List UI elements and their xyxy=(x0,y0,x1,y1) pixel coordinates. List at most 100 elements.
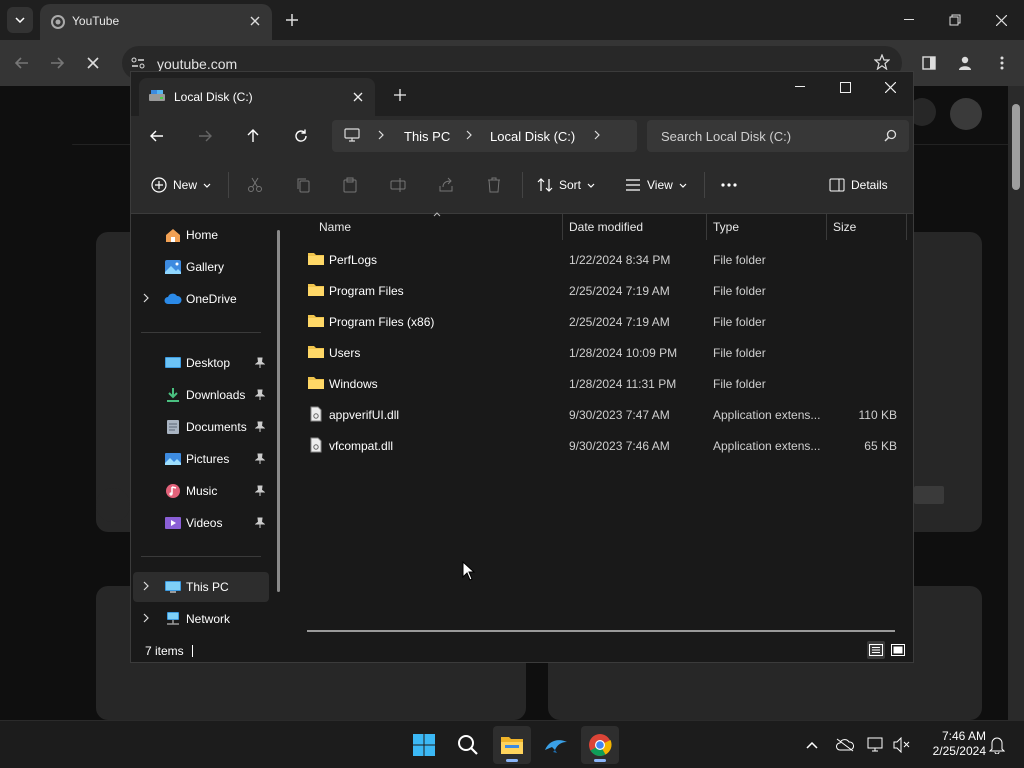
start-button[interactable] xyxy=(405,726,443,764)
explorer-tab[interactable]: Local Disk (C:) xyxy=(139,78,375,116)
search-button[interactable] xyxy=(449,726,487,764)
page-scrollbar[interactable] xyxy=(1008,86,1024,720)
copy-button[interactable] xyxy=(295,174,311,196)
view-button[interactable]: View xyxy=(625,174,687,196)
back-button[interactable] xyxy=(145,125,169,147)
volume-tray[interactable] xyxy=(892,735,912,755)
nav-item-documents[interactable]: Documents xyxy=(133,412,269,442)
horizontal-scrollbar[interactable] xyxy=(307,630,895,632)
explorer-tab-title: Local Disk (C:) xyxy=(174,90,253,104)
stop-loading-button[interactable] xyxy=(80,50,106,76)
search-input[interactable]: Search Local Disk (C:) xyxy=(647,120,909,152)
loading-icon xyxy=(51,15,65,29)
browser-tab-youtube[interactable]: YouTube xyxy=(40,4,272,40)
paste-button[interactable] xyxy=(342,174,358,196)
chevron-right-icon xyxy=(594,130,600,140)
file-row[interactable]: vfcompat.dll 9/30/2023 7:46 AM Applicati… xyxy=(303,430,907,460)
taskbar-file-explorer[interactable] xyxy=(493,726,531,764)
network-tray[interactable] xyxy=(866,735,886,755)
breadcrumb-local-disk[interactable]: Local Disk (C:) xyxy=(490,129,575,144)
pin-icon[interactable] xyxy=(255,389,265,401)
tiles-view-button[interactable] xyxy=(889,641,907,659)
new-button[interactable]: New xyxy=(151,174,211,196)
details-view-icon xyxy=(869,644,883,656)
pin-icon[interactable] xyxy=(255,517,265,529)
file-row[interactable]: Windows 1/28/2024 11:31 PM File folder xyxy=(303,368,907,398)
show-hidden-icons-button[interactable] xyxy=(802,735,822,755)
file-row[interactable]: appverifUI.dll 9/30/2023 7:47 AM Applica… xyxy=(303,399,907,429)
notifications-button[interactable] xyxy=(987,735,1007,755)
forward-button[interactable] xyxy=(44,50,70,76)
taskbar-dolphin-app[interactable] xyxy=(537,726,575,764)
more-options-button[interactable] xyxy=(721,174,737,196)
item-count: 7 items xyxy=(145,644,184,658)
pin-icon[interactable] xyxy=(255,357,265,369)
close-window-button[interactable] xyxy=(978,0,1024,40)
details-view-button[interactable] xyxy=(867,641,885,659)
close-window-button[interactable] xyxy=(867,72,913,102)
pin-icon[interactable] xyxy=(255,453,265,465)
new-tab-button[interactable] xyxy=(282,10,302,30)
scissors-icon xyxy=(248,177,262,192)
bookmark-star-icon[interactable] xyxy=(874,54,890,70)
breadcrumb-this-pc[interactable]: This PC xyxy=(404,129,450,144)
breadcrumb[interactable]: This PC Local Disk (C:) xyxy=(332,120,637,152)
tab-search-button[interactable] xyxy=(7,7,33,33)
profile-button[interactable] xyxy=(952,50,978,76)
taskbar-chrome[interactable] xyxy=(581,726,619,764)
column-header-date[interactable]: Date modified xyxy=(563,214,707,240)
file-row[interactable]: Program Files (x86) 2/25/2024 7:19 AM Fi… xyxy=(303,306,907,336)
nav-item-pictures[interactable]: Pictures xyxy=(133,444,269,474)
sort-label: Sort xyxy=(559,178,582,192)
column-header-size[interactable]: Size xyxy=(827,214,907,240)
delete-button[interactable] xyxy=(486,174,502,196)
close-tab-button[interactable] xyxy=(349,88,367,106)
file-row[interactable]: Users 1/28/2024 10:09 PM File folder xyxy=(303,337,907,367)
nav-label: Gallery xyxy=(186,260,225,274)
dll-file-icon xyxy=(310,437,322,453)
refresh-button[interactable] xyxy=(289,125,313,147)
minimize-button[interactable] xyxy=(777,72,823,102)
close-tab-button[interactable] xyxy=(246,12,264,30)
rename-button[interactable] xyxy=(390,174,406,196)
nav-item-desktop[interactable]: Desktop xyxy=(133,348,269,378)
pin-icon[interactable] xyxy=(255,485,265,497)
file-row[interactable]: Program Files 2/25/2024 7:19 AM File fol… xyxy=(303,275,907,305)
details-pane-button[interactable]: Details xyxy=(829,174,888,196)
forward-button[interactable] xyxy=(193,125,217,147)
nav-item-this-pc[interactable]: This PC xyxy=(133,572,269,602)
arrow-up-icon xyxy=(247,129,259,142)
scrollbar-thumb[interactable] xyxy=(1012,104,1020,190)
column-header-name[interactable]: Name xyxy=(313,214,563,240)
nav-scrollbar[interactable] xyxy=(277,230,280,592)
pin-icon[interactable] xyxy=(255,421,265,433)
nav-item-network[interactable]: Network xyxy=(133,604,269,634)
nav-item-home[interactable]: Home xyxy=(133,220,269,250)
share-button[interactable] xyxy=(438,174,454,196)
chevron-right-icon[interactable] xyxy=(143,613,149,623)
chevron-down-icon xyxy=(679,183,687,188)
chrome-menu-button[interactable] xyxy=(989,50,1015,76)
file-row[interactable]: PerfLogs 1/22/2024 8:34 PM File folder xyxy=(303,244,907,274)
cut-button[interactable] xyxy=(247,174,263,196)
nav-item-gallery[interactable]: Gallery xyxy=(133,252,269,282)
chevron-right-icon[interactable] xyxy=(143,581,149,591)
back-button[interactable] xyxy=(9,50,35,76)
minimize-button[interactable] xyxy=(886,0,932,40)
nav-item-onedrive[interactable]: OneDrive xyxy=(133,284,269,314)
nav-item-music[interactable]: Music xyxy=(133,476,269,506)
nav-item-downloads[interactable]: Downloads xyxy=(133,380,269,410)
file-explorer-window: Local Disk (C:) This PC Local Disk (C:) … xyxy=(130,71,914,663)
side-panel-button[interactable] xyxy=(916,50,942,76)
nav-item-videos[interactable]: Videos xyxy=(133,508,269,538)
restore-button[interactable] xyxy=(932,0,978,40)
taskbar-clock[interactable]: 7:46 AM 2/25/2024 xyxy=(922,729,986,759)
onedrive-tray[interactable] xyxy=(835,735,855,755)
maximize-button[interactable] xyxy=(822,72,868,102)
new-tab-button[interactable] xyxy=(391,86,409,104)
up-button[interactable] xyxy=(241,125,265,147)
chevron-right-icon[interactable] xyxy=(143,293,149,303)
sort-button[interactable]: Sort xyxy=(537,174,595,196)
column-header-type[interactable]: Type xyxy=(707,214,827,240)
sort-icon xyxy=(537,178,553,192)
